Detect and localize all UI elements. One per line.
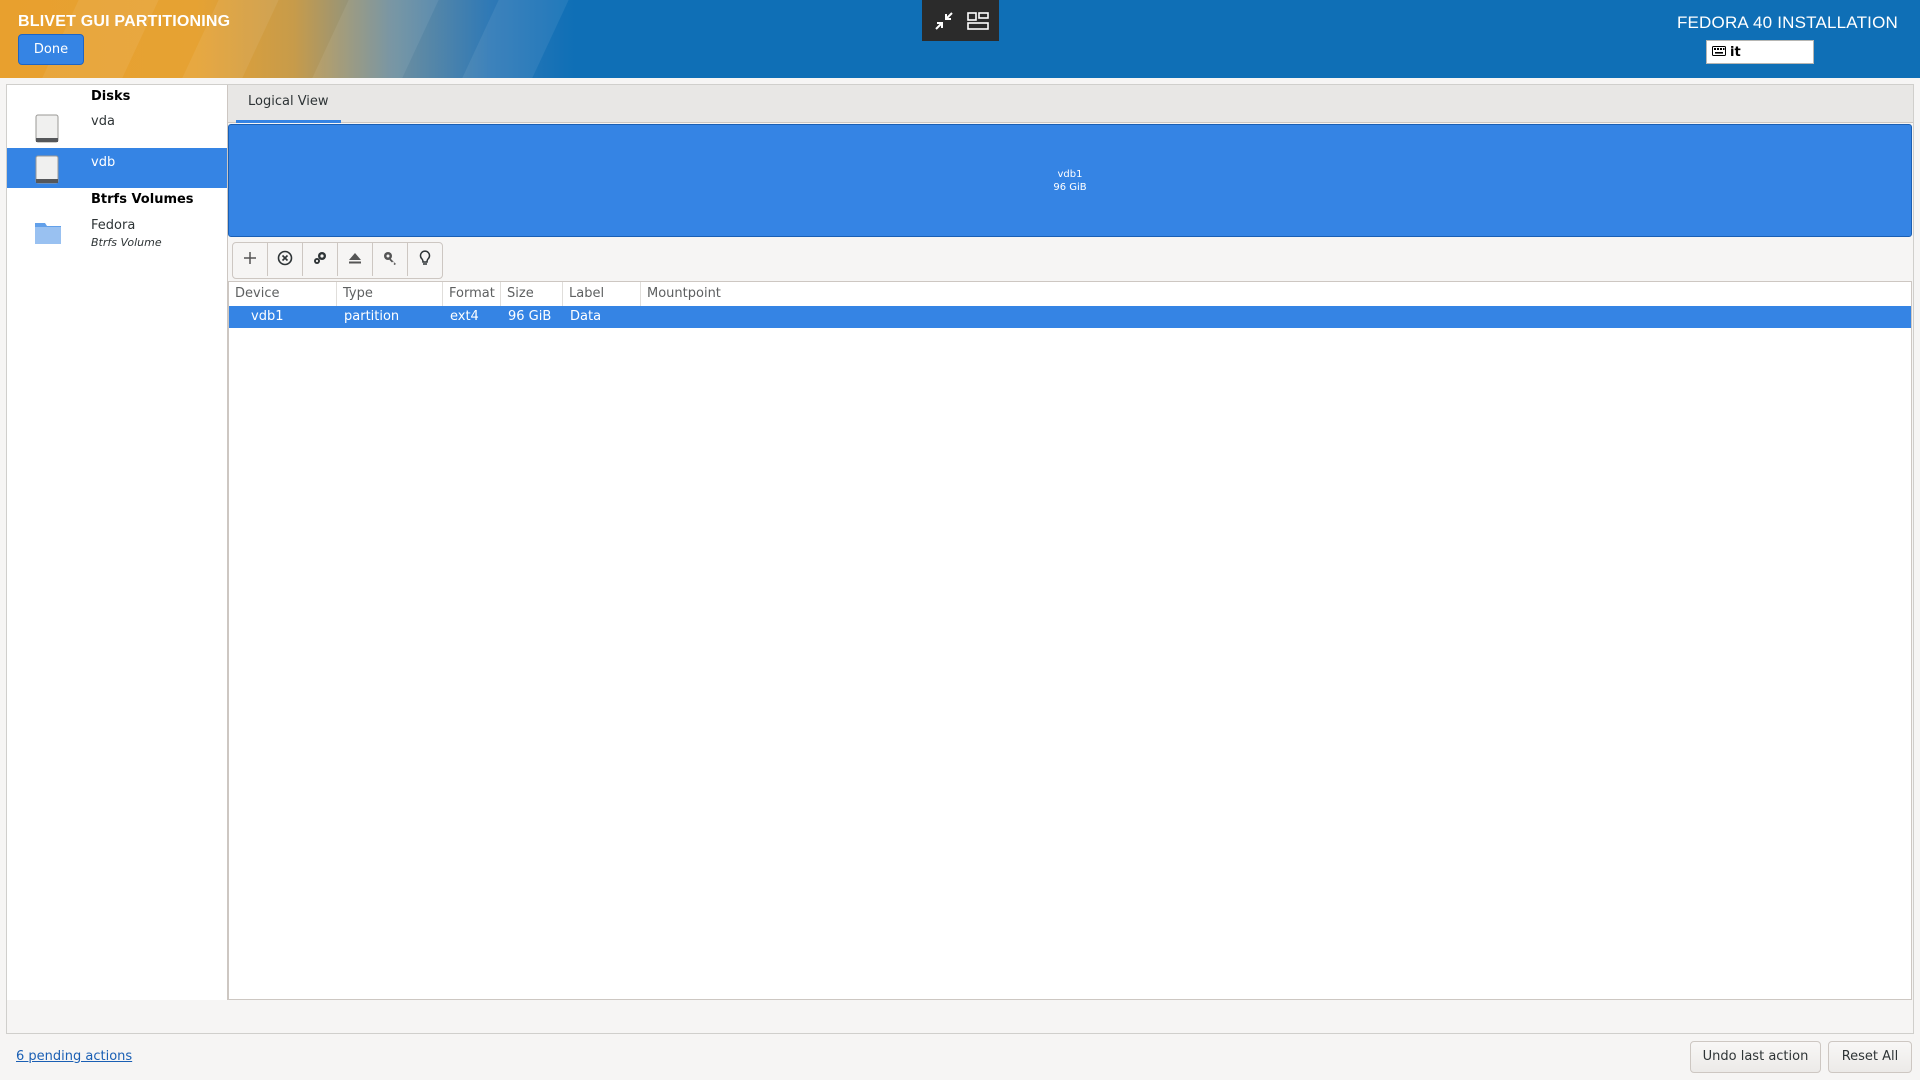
partition-block-name: vdb1 xyxy=(1057,168,1083,180)
add-button[interactable] xyxy=(233,243,268,276)
cell-size: 96 GiB xyxy=(508,309,552,324)
unfullscreen-icon[interactable] xyxy=(931,8,957,34)
edit-icon xyxy=(312,250,328,270)
sidebar-item-vdb[interactable]: vdb xyxy=(7,148,227,188)
cell-mountpoint xyxy=(645,306,649,328)
unmount-button[interactable] xyxy=(338,243,373,276)
btrfs-volumes-header: Btrfs Volumes xyxy=(91,192,194,207)
content-area: Logical View vdb1 96 GiB Device Type For… xyxy=(228,85,1913,1000)
tab-logical-view[interactable]: Logical View xyxy=(236,85,341,123)
device-table: Device Type Format Size Label Mountpoint… xyxy=(228,281,1912,1000)
pending-actions-link[interactable]: 6 pending actions xyxy=(16,1049,132,1064)
column-size[interactable]: Size xyxy=(501,282,563,306)
delete-button[interactable] xyxy=(268,243,303,276)
column-label[interactable]: Label xyxy=(563,282,641,306)
table-row[interactable]: vdb1 partition ext4 96 GiB Data xyxy=(229,306,1911,328)
device-sidebar: Disks vda vdb Btrfs Volumes Fedora Btrfs… xyxy=(7,85,228,1000)
disks-header: Disks xyxy=(91,89,131,104)
decrypt-icon xyxy=(382,250,398,270)
reset-all-button[interactable]: Reset All xyxy=(1828,1041,1912,1073)
partition-block-vdb1[interactable]: vdb1 96 GiB xyxy=(228,124,1912,237)
done-button[interactable]: Done xyxy=(18,34,84,65)
partition-block-size: 96 GiB xyxy=(1053,181,1087,193)
action-toolbar xyxy=(232,242,443,279)
product-title: FEDORA 40 INSTALLATION xyxy=(1676,13,1898,32)
keyboard-layout-indicator[interactable]: it xyxy=(1706,40,1814,64)
footer-bar: 6 pending actions Undo last action Reset… xyxy=(0,1034,1920,1080)
sidebar-item-label: Fedora xyxy=(91,218,136,233)
delete-icon xyxy=(277,250,293,270)
column-type[interactable]: Type xyxy=(337,282,443,306)
add-icon xyxy=(242,250,258,270)
sidebar-item-sublabel: Btrfs Volume xyxy=(91,236,162,249)
cell-device: vdb1 xyxy=(251,309,284,324)
keyboard-icon xyxy=(1712,45,1726,60)
undo-last-action-button[interactable]: Undo last action xyxy=(1690,1041,1821,1073)
edit-button[interactable] xyxy=(303,243,338,276)
cell-type: partition xyxy=(344,309,400,324)
column-mountpoint[interactable]: Mountpoint xyxy=(641,282,1911,306)
sidebar-item-fedora[interactable]: Fedora Btrfs Volume xyxy=(7,211,227,255)
spoke-title: BLIVET GUI PARTITIONING xyxy=(18,13,231,30)
view-toolbar xyxy=(922,0,999,41)
header-banner-art xyxy=(0,0,700,78)
cell-format: ext4 xyxy=(450,309,479,324)
folder-icon xyxy=(34,219,61,247)
window-layout-icon[interactable] xyxy=(965,8,991,34)
sidebar-item-vda[interactable]: vda xyxy=(7,107,227,147)
keyboard-layout-label: it xyxy=(1730,44,1741,60)
sidebar-item-label: vda xyxy=(91,114,115,129)
sidebar-item-label: vdb xyxy=(91,155,116,170)
column-format[interactable]: Format xyxy=(443,282,501,306)
info-icon xyxy=(417,249,433,270)
cell-label: Data xyxy=(570,309,602,324)
info-button[interactable] xyxy=(408,243,442,276)
table-header: Device Type Format Size Label Mountpoint xyxy=(229,282,1911,307)
drive-icon xyxy=(34,114,60,143)
drive-icon xyxy=(34,155,60,184)
decrypt-button[interactable] xyxy=(373,243,408,276)
view-tabbar: Logical View xyxy=(228,85,1913,123)
column-device[interactable]: Device xyxy=(229,282,337,306)
unmount-icon xyxy=(347,250,363,270)
